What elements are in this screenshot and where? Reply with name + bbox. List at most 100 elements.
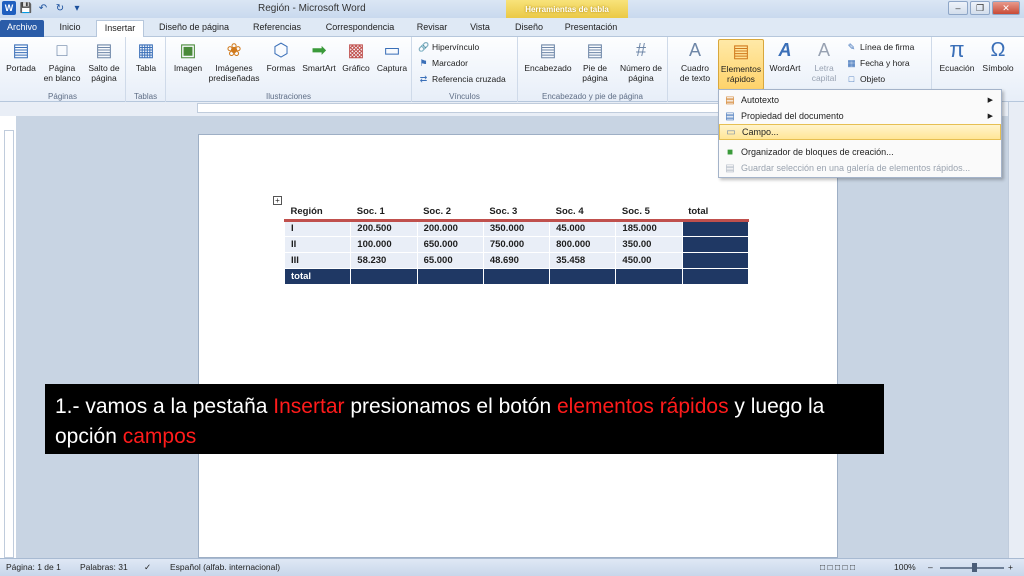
tab-referencias[interactable]: Referencias — [244, 20, 310, 37]
marcador-button[interactable]: ⚑ Marcador — [418, 56, 467, 70]
table-cell[interactable]: 350.000 — [482, 219, 551, 237]
imagen-button[interactable]: ▣ Imagen — [170, 39, 206, 73]
zoom-out-icon[interactable]: – — [928, 562, 933, 572]
save-icon[interactable]: 💾 — [19, 1, 33, 15]
table-cell[interactable] — [681, 267, 750, 285]
simbolo-button[interactable]: Ω Símbolo — [978, 39, 1018, 73]
table-cell[interactable] — [615, 267, 683, 285]
document-page[interactable] — [198, 134, 838, 558]
pie-pagina-button[interactable]: ▤ Pie de página — [576, 39, 614, 83]
vertical-ruler[interactable] — [4, 130, 14, 558]
customize-icon[interactable]: ▾ — [70, 1, 84, 15]
table-header-cell[interactable]: Soc. 3 — [483, 204, 550, 222]
text-box-icon: A — [688, 40, 701, 60]
ecuacion-button[interactable]: π Ecuación — [936, 39, 978, 74]
tab-inicio[interactable]: Inicio — [50, 20, 90, 37]
table-cell[interactable]: 450.00 — [615, 251, 683, 269]
table-cell[interactable]: 65.000 — [416, 251, 484, 269]
menu-item-organizador-bloques[interactable]: ■ Organizador de bloques de creación... — [719, 144, 1001, 160]
table-cell[interactable] — [416, 267, 484, 285]
language[interactable]: Español (alfab. internacional) — [170, 562, 280, 572]
table-cell[interactable]: 800.000 — [549, 235, 617, 253]
table-cell[interactable]: 350.00 — [615, 235, 683, 253]
tab-vista[interactable]: Vista — [460, 20, 500, 37]
menu-item-campo[interactable]: ▭ Campo... — [719, 124, 1001, 140]
word-app-icon[interactable]: W — [2, 1, 16, 15]
table-cell[interactable]: 100.000 — [350, 235, 418, 253]
referencia-cruzada-button[interactable]: ⇄ Referencia cruzada — [418, 72, 506, 86]
hipervinculo-button[interactable]: 🔗 Hipervínculo — [418, 40, 479, 54]
table-cell[interactable]: 650.000 — [416, 235, 484, 253]
table-cell[interactable] — [350, 267, 418, 285]
tab-archivo[interactable]: Archivo — [0, 20, 44, 37]
tab-insertar[interactable]: Insertar — [96, 20, 144, 37]
table-cell[interactable]: total — [283, 267, 352, 285]
objeto-label: Objeto — [860, 74, 886, 84]
captura-button[interactable]: ▭ Captura — [374, 39, 410, 73]
tab-diseno[interactable]: Diseño — [508, 20, 550, 37]
cuadro-texto-button[interactable]: A Cuadro de texto — [674, 39, 716, 83]
close-button[interactable]: ✕ — [992, 1, 1020, 15]
tabla-button[interactable]: ▦ Tabla — [130, 39, 162, 73]
redo-icon[interactable]: ↻ — [53, 1, 67, 15]
table-cell-total[interactable] — [681, 251, 750, 269]
cross-reference-icon: ⇄ — [419, 73, 428, 84]
zoom-level[interactable]: 100% — [894, 562, 916, 572]
table-cell[interactable]: 200.000 — [416, 219, 484, 237]
table-cell[interactable]: III — [283, 251, 352, 269]
fecha-hora-button[interactable]: ▦ Fecha y hora — [846, 56, 909, 70]
tab-revisar[interactable]: Revisar — [410, 20, 454, 37]
elementos-rapidos-button[interactable]: ▤ Elementos rápidos — [718, 39, 764, 90]
table-cell[interactable]: 48.690 — [482, 251, 551, 269]
table-cell[interactable]: 58.230 — [350, 251, 418, 269]
table-header-cell[interactable]: Región — [284, 204, 351, 222]
tab-presentacion[interactable]: Presentación — [558, 20, 624, 37]
data-table[interactable]: Región Soc. 1 Soc. 2 Soc. 3 Soc. 4 Soc. … — [283, 204, 750, 285]
menu-item-autotexto[interactable]: ▤ Autotexto ▶ — [719, 92, 1001, 108]
undo-icon[interactable]: ↶ — [36, 1, 50, 15]
letra-capital-button[interactable]: A Letra capital — [806, 39, 842, 83]
table-cell[interactable]: 45.000 — [549, 219, 617, 237]
linea-firma-button[interactable]: ✎ Línea de firma — [846, 40, 915, 54]
encabezado-button[interactable]: ▤ Encabezado — [522, 39, 574, 73]
menu-item-propiedad-documento[interactable]: ▤ Propiedad del documento ▶ — [719, 108, 1001, 124]
table-header-cell[interactable]: Soc. 5 — [615, 204, 683, 222]
table-cell-total[interactable] — [681, 235, 750, 253]
table-cell[interactable]: I — [283, 219, 352, 237]
table-cell-total[interactable] — [681, 219, 750, 237]
vertical-scrollbar[interactable] — [1008, 102, 1024, 558]
zoom-in-icon[interactable]: + — [1008, 562, 1013, 572]
imagenes-prediseñadas-button[interactable]: ❀ Imágenes prediseñadas — [206, 39, 262, 83]
page-count[interactable]: Página: 1 de 1 — [6, 562, 61, 572]
salto-pagina-button[interactable]: ▤ Salto de página — [84, 39, 124, 83]
table-header-cell[interactable]: Soc. 4 — [549, 204, 616, 222]
pagina-en-blanco-button[interactable]: □ Página en blanco — [42, 39, 82, 83]
portada-button[interactable]: ▤ Portada — [2, 39, 40, 73]
table-cell[interactable]: 750.000 — [482, 235, 551, 253]
table-cell[interactable] — [482, 267, 551, 285]
grafico-button[interactable]: ▩ Gráfico — [340, 39, 372, 73]
wordart-button[interactable]: A WordArt — [766, 39, 804, 73]
tab-diseno-pagina[interactable]: Diseño de página — [150, 20, 238, 37]
formas-button[interactable]: ⬡ Formas — [264, 39, 298, 73]
table-cell[interactable]: 35.458 — [549, 251, 617, 269]
view-buttons[interactable]: □ □ □ □ □ — [820, 562, 855, 572]
table-cell[interactable]: II — [283, 235, 352, 253]
numero-pagina-button[interactable]: # Número de página — [616, 39, 666, 83]
clipart-icon: ❀ — [226, 40, 242, 60]
table-move-handle-icon[interactable]: + — [273, 196, 282, 205]
word-count[interactable]: Palabras: 31 — [80, 562, 128, 572]
smartart-button[interactable]: ➡ SmartArt — [300, 39, 338, 73]
tab-correspondencia[interactable]: Correspondencia — [316, 20, 404, 37]
spellcheck-icon[interactable]: ✓ — [144, 562, 151, 573]
table-cell[interactable] — [549, 267, 617, 285]
table-header-cell[interactable]: total — [682, 204, 749, 222]
minimize-button[interactable]: – — [948, 1, 968, 15]
restore-button[interactable]: ❐ — [970, 1, 990, 15]
table-header-cell[interactable]: Soc. 1 — [350, 204, 418, 222]
zoom-slider-thumb[interactable] — [972, 563, 977, 572]
objeto-button[interactable]: □ Objeto — [846, 72, 885, 86]
table-cell[interactable]: 200.500 — [350, 219, 418, 237]
table-header-cell[interactable]: Soc. 2 — [417, 204, 484, 222]
table-cell[interactable]: 185.000 — [615, 219, 683, 237]
